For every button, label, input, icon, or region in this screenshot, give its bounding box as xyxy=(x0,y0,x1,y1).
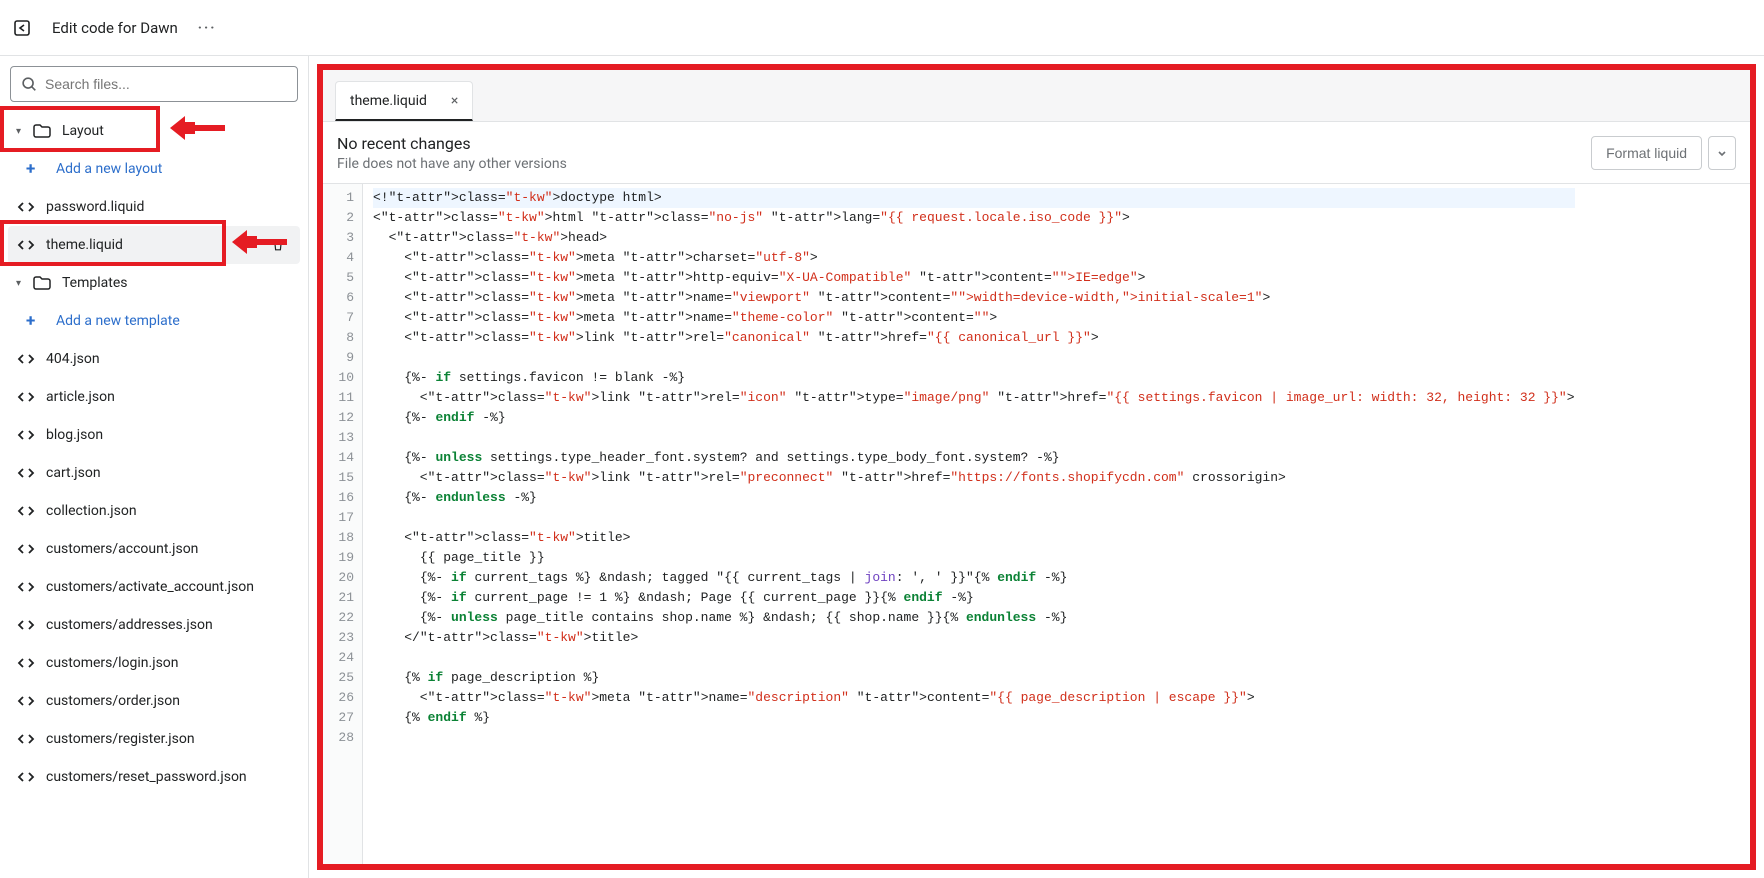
file-item[interactable]: customers/reset_password.json xyxy=(8,758,300,796)
code-icon xyxy=(16,235,36,255)
file-label: collection.json xyxy=(46,503,137,519)
code-icon xyxy=(16,539,36,559)
code-icon xyxy=(16,577,36,597)
code-icon xyxy=(16,197,36,217)
search-icon xyxy=(20,75,38,93)
file-item[interactable]: customers/order.json xyxy=(8,682,300,720)
file-item[interactable]: blog.json xyxy=(8,416,300,454)
chevron-down-icon: ▾ xyxy=(16,278,28,289)
file-item[interactable]: customers/addresses.json xyxy=(8,606,300,644)
editor-tab[interactable]: theme.liquid × xyxy=(335,81,473,121)
file-label: password.liquid xyxy=(46,199,144,215)
add-layout-button[interactable]: + Add a new layout xyxy=(8,150,300,188)
line-gutter: 1234567891011121314151617181920212223242… xyxy=(323,184,363,864)
code-content[interactable]: <!"t-attr">class="t-kw">doctype html><"t… xyxy=(363,184,1575,864)
code-icon xyxy=(16,463,36,483)
plus-icon: + xyxy=(26,311,42,331)
code-icon xyxy=(16,691,36,711)
editor-status-bar: No recent changes File does not have any… xyxy=(323,122,1750,184)
file-label: customers/activate_account.json xyxy=(46,579,254,595)
file-label: cart.json xyxy=(46,465,101,481)
file-item[interactable]: cart.json xyxy=(8,454,300,492)
code-icon xyxy=(16,653,36,673)
close-tab-icon[interactable]: × xyxy=(451,93,458,109)
file-label: 404.json xyxy=(46,351,100,367)
format-dropdown-button[interactable] xyxy=(1708,136,1736,170)
folder-templates[interactable]: ▾ Templates xyxy=(8,264,300,302)
file-label: customers/login.json xyxy=(46,655,179,671)
chevron-down-icon: ▾ xyxy=(16,126,28,137)
file-label: article.json xyxy=(46,389,115,405)
file-label: customers/reset_password.json xyxy=(46,769,247,785)
folder-label: Layout xyxy=(62,123,104,139)
code-icon xyxy=(16,767,36,787)
code-icon xyxy=(16,501,36,521)
exit-icon[interactable] xyxy=(12,18,32,38)
add-template-label: Add a new template xyxy=(56,313,180,329)
file-label: customers/account.json xyxy=(46,541,198,557)
folder-layout[interactable]: ▾ Layout xyxy=(8,112,300,150)
code-icon xyxy=(16,615,36,635)
file-item[interactable]: collection.json xyxy=(8,492,300,530)
folder-label: Templates xyxy=(62,275,128,291)
file-item[interactable]: article.json xyxy=(8,378,300,416)
plus-icon: + xyxy=(26,159,42,179)
add-layout-label: Add a new layout xyxy=(56,161,162,177)
editor-tabs: theme.liquid × xyxy=(323,70,1750,122)
file-item[interactable]: customers/account.json xyxy=(8,530,300,568)
code-editor[interactable]: 1234567891011121314151617181920212223242… xyxy=(323,184,1750,864)
search-input[interactable] xyxy=(10,66,298,102)
file-label: theme.liquid xyxy=(46,237,123,253)
file-item[interactable]: customers/activate_account.json xyxy=(8,568,300,606)
folder-icon xyxy=(32,121,52,141)
annotation-box-editor: theme.liquid × No recent changes File do… xyxy=(317,64,1756,870)
file-label: blog.json xyxy=(46,427,103,443)
more-menu-icon[interactable]: ··· xyxy=(198,20,217,36)
editor-pane: theme.liquid × No recent changes File do… xyxy=(309,56,1764,878)
status-subtitle: File does not have any other versions xyxy=(337,156,567,172)
code-icon xyxy=(16,425,36,445)
file-tree: ▾ Layout + Add a new layout passwo xyxy=(0,112,308,796)
status-title: No recent changes xyxy=(337,134,567,153)
file-item-selected[interactable]: theme.liquid xyxy=(8,226,300,264)
code-icon xyxy=(16,349,36,369)
code-icon xyxy=(16,729,36,749)
file-label: customers/register.json xyxy=(46,731,195,747)
file-sidebar: ▾ Layout + Add a new layout passwo xyxy=(0,56,309,878)
code-icon xyxy=(16,387,36,407)
file-item[interactable]: customers/login.json xyxy=(8,644,300,682)
tab-label: theme.liquid xyxy=(350,93,427,109)
file-label: customers/addresses.json xyxy=(46,617,213,633)
topbar: Edit code for Dawn ··· xyxy=(0,0,1764,56)
folder-icon xyxy=(32,273,52,293)
file-item[interactable]: 404.json xyxy=(8,340,300,378)
page-title: Edit code for Dawn xyxy=(52,19,178,37)
delete-file-icon[interactable] xyxy=(264,231,292,259)
file-item[interactable]: password.liquid xyxy=(8,188,300,226)
file-item[interactable]: customers/register.json xyxy=(8,720,300,758)
add-template-button[interactable]: + Add a new template xyxy=(8,302,300,340)
file-label: customers/order.json xyxy=(46,693,180,709)
format-liquid-button[interactable]: Format liquid xyxy=(1591,136,1702,170)
